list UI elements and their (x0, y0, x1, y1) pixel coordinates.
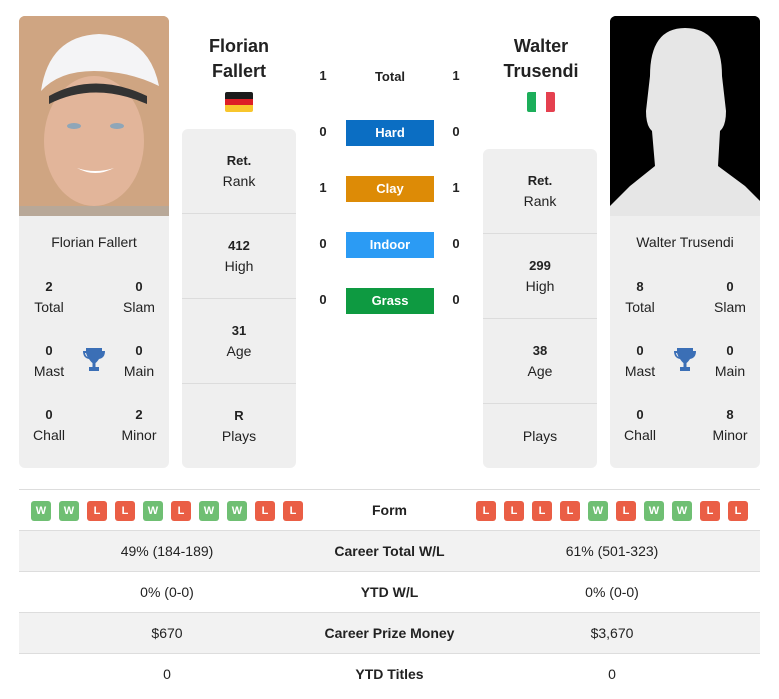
titles-main: 0 Main (123, 343, 155, 379)
player-left-titles-card: Florian Fallert 2 Total 0 Slam 0 Mast 0 … (19, 216, 169, 468)
player-left-portrait-icon (19, 16, 169, 216)
form-win-badge: W (199, 501, 219, 521)
ytd-wl-left: 0% (0-0) (140, 584, 194, 600)
trophy-icon (83, 348, 105, 371)
table-row: 0% (0-0) YTD W/L 0% (0-0) (19, 572, 760, 613)
form-row: WWLLWLWWLL Form LLLLWLWWLL (19, 490, 760, 531)
h2h-hard-right: 0 (452, 124, 460, 139)
player-silhouette-icon (610, 16, 760, 216)
player-left-rank-card: Ret. Rank 412 High 31 Age R Plays (182, 129, 296, 468)
form-win-badge: W (644, 501, 664, 521)
career-wl-left: 49% (184-189) (120, 543, 214, 559)
career-wl-right: 61% (501-323) (565, 543, 659, 559)
form-loss-badge: L (283, 501, 303, 521)
titles-slam: 0 Slam (714, 279, 746, 315)
form-loss-badge: L (532, 501, 552, 521)
form-win-badge: W (59, 501, 79, 521)
player-left-photo (19, 16, 169, 216)
form-loss-badge: L (504, 501, 524, 521)
ytd-wl-right: 0% (0-0) (585, 584, 639, 600)
titles-chall: 0 Chall (33, 407, 65, 443)
titles-total: 2 Total (34, 279, 64, 315)
trophy-icon (674, 348, 696, 371)
titles-chall: 0 Chall (624, 407, 656, 443)
italy-flag-icon (527, 92, 555, 112)
h2h-clay-right: 1 (452, 180, 460, 195)
table-row: 49% (184-189) Career Total W/L 61% (501-… (19, 531, 760, 572)
player-right-full-name[interactable]: Walter Trusendi (610, 234, 760, 250)
table-row: 0 YTD Titles 0 (19, 654, 760, 695)
ytd-titles-right: 0 (608, 666, 616, 682)
form-win-badge: W (143, 501, 163, 521)
form-loss-badge: L (255, 501, 275, 521)
player-right-name-heading[interactable]: Walter Trusendi (471, 34, 611, 84)
high-cell: 412 High (182, 214, 296, 299)
rank-cell: Ret. Rank (483, 149, 597, 234)
titles-mast: 0 Mast (33, 343, 65, 379)
form-loss-badge: L (728, 501, 748, 521)
player-left-form: WWLLWLWWLL (31, 501, 303, 521)
prize-money-label: Career Prize Money (324, 625, 455, 641)
form-label: Form (372, 502, 407, 518)
surface-grass-badge[interactable]: Grass (346, 288, 434, 314)
titles-minor: 2 Minor (121, 407, 157, 443)
surface-clay-badge[interactable]: Clay (346, 176, 434, 202)
form-win-badge: W (672, 501, 692, 521)
rank-cell: Ret. Rank (182, 129, 296, 214)
prize-money-left: $670 (151, 625, 183, 641)
player-right-rank-card: Ret. Rank 299 High 38 Age Plays (483, 149, 597, 468)
player-left-name-heading[interactable]: Florian Fallert (169, 34, 309, 84)
ytd-titles-label: YTD Titles (355, 666, 424, 682)
plays-cell: R Plays (221, 408, 257, 444)
h2h-grass-left: 0 (319, 292, 327, 307)
age-cell: 38 Age (483, 319, 597, 404)
form-win-badge: W (227, 501, 247, 521)
form-loss-badge: L (476, 501, 496, 521)
career-wl-label: Career Total W/L (334, 543, 445, 559)
form-loss-badge: L (87, 501, 107, 521)
player-left-full-name[interactable]: Florian Fallert (19, 234, 169, 250)
form-loss-badge: L (700, 501, 720, 521)
titles-total: 8 Total (625, 279, 655, 315)
surface-hard-badge[interactable]: Hard (346, 120, 434, 146)
ytd-wl-label: YTD W/L (360, 584, 419, 600)
surface-indoor-badge[interactable]: Indoor (346, 232, 434, 258)
form-loss-badge: L (115, 501, 135, 521)
h2h-total-left: 1 (319, 68, 327, 83)
h2h-total-right: 1 (452, 68, 460, 83)
player-right-photo (610, 16, 760, 216)
prize-money-right: $3,670 (590, 625, 634, 641)
h2h-clay-left: 1 (319, 180, 327, 195)
ytd-titles-left: 0 (163, 666, 171, 682)
form-win-badge: W (31, 501, 51, 521)
form-win-badge: W (588, 501, 608, 521)
player-right-titles-card: Walter Trusendi 8 Total 0 Slam 0 Mast 0 … (610, 216, 760, 468)
germany-flag-icon (225, 92, 253, 112)
player-right-form: LLLLWLWWLL (476, 501, 748, 521)
form-loss-badge: L (616, 501, 636, 521)
high-cell: 299 High (483, 234, 597, 319)
table-row: $670 Career Prize Money $3,670 (19, 613, 760, 654)
titles-minor: 8 Minor (712, 407, 748, 443)
plays-cell: Plays (522, 428, 558, 444)
form-loss-badge: L (171, 501, 191, 521)
age-cell: 31 Age (182, 299, 296, 384)
h2h-grass-right: 0 (452, 292, 460, 307)
titles-main: 0 Main (714, 343, 746, 379)
form-loss-badge: L (560, 501, 580, 521)
h2h-indoor-left: 0 (319, 236, 327, 251)
comparison-table: WWLLWLWWLL Form LLLLWLWWLL 49% (184-189)… (19, 489, 760, 695)
h2h-hard-left: 0 (319, 124, 327, 139)
titles-slam: 0 Slam (123, 279, 155, 315)
h2h-indoor-right: 0 (452, 236, 460, 251)
titles-mast: 0 Mast (624, 343, 656, 379)
h2h-total-label: Total (374, 69, 406, 84)
